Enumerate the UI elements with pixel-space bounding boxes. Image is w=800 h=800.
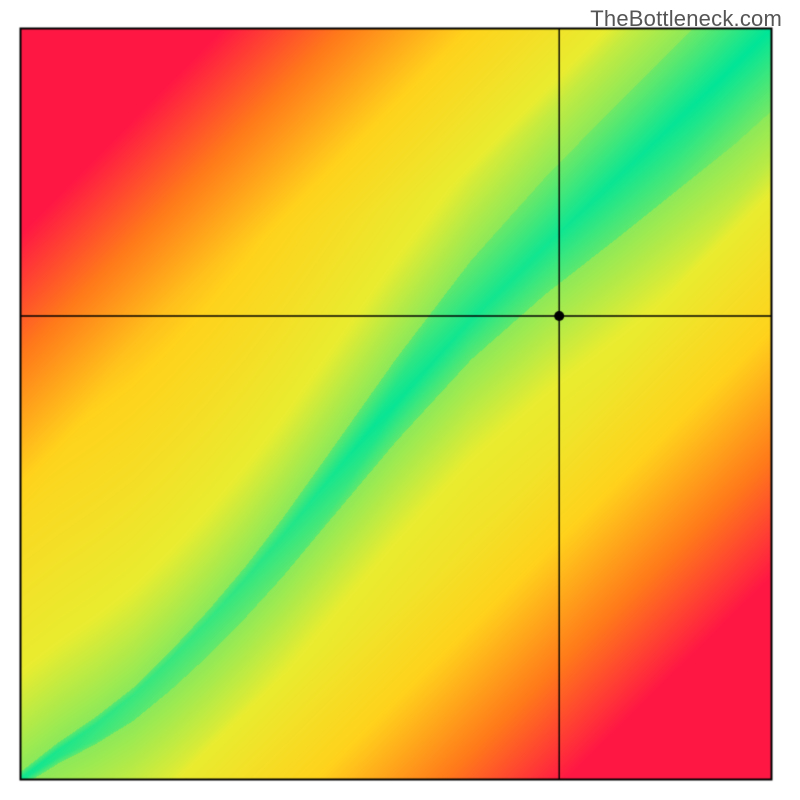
watermark-label: TheBottleneck.com bbox=[590, 6, 782, 32]
chart-container: TheBottleneck.com bbox=[0, 0, 800, 800]
bottleneck-heatmap bbox=[0, 0, 800, 800]
